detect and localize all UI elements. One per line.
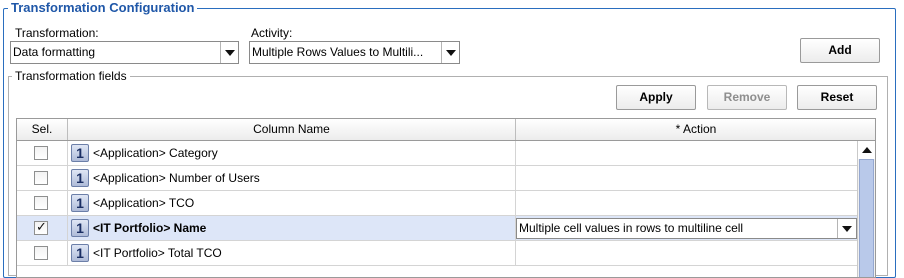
column-name-cell: 1 <IT Portfolio> Total TCO <box>68 241 516 265</box>
column-name-cell: 1 <Application> Number of Users <box>68 166 516 190</box>
row-checkbox[interactable] <box>34 146 48 160</box>
table-row[interactable]: 1 <Application> Number of Users <box>17 166 857 191</box>
column-name: <Application> TCO <box>93 196 195 210</box>
column-type-icon: 1 <box>71 194 89 212</box>
apply-button[interactable]: Apply <box>616 85 696 110</box>
header-column-name[interactable]: Column Name <box>68 119 516 140</box>
sel-cell <box>17 141 68 165</box>
action-cell: Multiple cell values in rows to multilin… <box>516 216 857 240</box>
fields-table: Sel. Column Name * Action 1 <Application… <box>16 118 876 278</box>
table-row[interactable]: 1 <IT Portfolio> Total TCO <box>17 241 857 266</box>
checkmark-icon: ✓ <box>36 219 47 234</box>
remove-button[interactable]: Remove <box>707 85 787 110</box>
header-action[interactable]: * Action <box>516 119 875 140</box>
column-type-icon: 1 <box>71 219 89 237</box>
action-select[interactable]: Multiple cell values in rows to multilin… <box>516 218 857 239</box>
sel-cell <box>17 191 68 215</box>
transformation-label: Transformation: <box>15 26 99 40</box>
action-value: Multiple cell values in rows to multilin… <box>519 221 744 235</box>
fields-title: Transformation fields <box>12 69 130 83</box>
activity-dropdown-button[interactable] <box>441 42 459 63</box>
scroll-up-button[interactable] <box>858 141 875 159</box>
table-row[interactable]: 1 <Application> TCO <box>17 191 857 216</box>
arrow-up-icon <box>862 147 872 153</box>
action-cell[interactable] <box>516 141 857 165</box>
vertical-scrollbar[interactable] <box>857 141 875 277</box>
row-checkbox[interactable] <box>34 171 48 185</box>
column-name-cell: 1 <Application> Category <box>68 141 516 165</box>
table-row-selected[interactable]: ✓ 1 <IT Portfolio> Name Multiple cell va… <box>17 216 857 241</box>
activity-value: Multiple Rows Values to Multili... <box>252 45 424 59</box>
sel-cell <box>17 166 68 190</box>
transformation-value: Data formatting <box>13 45 96 59</box>
chevron-down-icon <box>842 226 852 232</box>
chevron-down-icon <box>225 50 235 56</box>
action-cell[interactable] <box>516 166 857 190</box>
sel-cell: ✓ <box>17 216 68 240</box>
reset-button[interactable]: Reset <box>797 85 877 110</box>
column-name-cell: 1 <IT Portfolio> Name <box>68 216 516 240</box>
scroll-thumb[interactable] <box>859 159 874 277</box>
header-sel[interactable]: Sel. <box>17 119 68 140</box>
column-name: <Application> Number of Users <box>93 171 260 185</box>
table-row[interactable]: 1 <Application> Category <box>17 141 857 166</box>
action-cell[interactable] <box>516 191 857 215</box>
add-button[interactable]: Add <box>800 38 880 63</box>
column-name: <IT Portfolio> Name <box>93 221 207 235</box>
sel-cell <box>17 241 68 265</box>
column-type-icon: 1 <box>71 244 89 262</box>
row-checkbox[interactable] <box>34 246 48 260</box>
row-checkbox-checked[interactable]: ✓ <box>34 219 48 235</box>
activity-select[interactable]: Multiple Rows Values to Multili... <box>249 41 460 64</box>
column-name-cell: 1 <Application> TCO <box>68 191 516 215</box>
section-title: Transformation Configuration <box>8 0 198 15</box>
column-name: <Application> Category <box>93 146 218 160</box>
chevron-down-icon <box>446 50 456 56</box>
column-type-icon: 1 <box>71 144 89 162</box>
table-header: Sel. Column Name * Action <box>17 119 875 141</box>
column-type-icon: 1 <box>71 169 89 187</box>
column-name: <IT Portfolio> Total TCO <box>93 246 222 260</box>
transformation-dropdown-button[interactable] <box>220 42 238 63</box>
transformation-select[interactable]: Data formatting <box>10 41 239 64</box>
action-dropdown-button[interactable] <box>837 219 856 238</box>
action-cell[interactable] <box>516 241 857 265</box>
activity-label: Activity: <box>251 26 293 40</box>
row-checkbox[interactable] <box>34 196 48 210</box>
